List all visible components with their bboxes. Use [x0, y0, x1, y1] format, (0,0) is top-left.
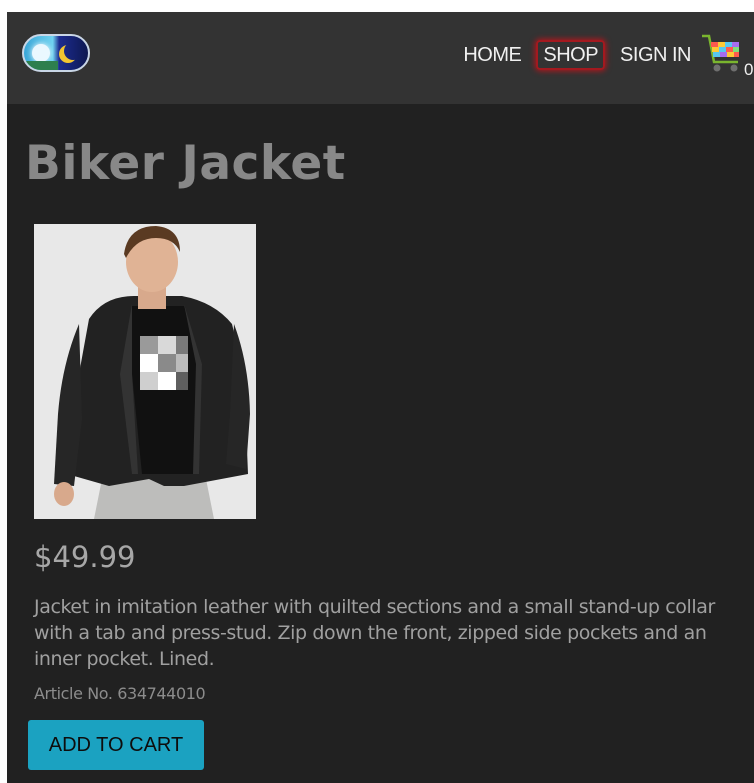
nav-sign-in-link[interactable]: SIGN IN [615, 41, 696, 69]
island-icon [24, 61, 58, 70]
site-logo[interactable] [22, 34, 90, 72]
cart-button[interactable]: 0 [700, 32, 754, 79]
article-number: Article No. 634744010 [34, 684, 206, 703]
nav-links: HOME SHOP SIGN IN [458, 40, 696, 70]
product-image [34, 224, 256, 519]
navbar: HOME SHOP SIGN IN 0 [7, 12, 754, 104]
nav-shop-link[interactable]: SHOP [536, 40, 606, 70]
page: HOME SHOP SIGN IN 0 Biker Jacket $49.99 … [7, 12, 754, 783]
product-description: Jacket in imitation leather with quilted… [34, 596, 715, 670]
sun-icon [32, 44, 50, 62]
add-to-cart-button[interactable]: ADD TO CART [28, 720, 204, 770]
cart-count: 0 [744, 60, 754, 79]
moon-icon [64, 42, 82, 60]
nav-home-link[interactable]: HOME [458, 41, 526, 69]
product-price: $49.99 [34, 540, 136, 574]
product-title: Biker Jacket [25, 136, 346, 191]
shopping-cart-icon [702, 34, 739, 72]
model-photo-illustration [34, 224, 256, 519]
